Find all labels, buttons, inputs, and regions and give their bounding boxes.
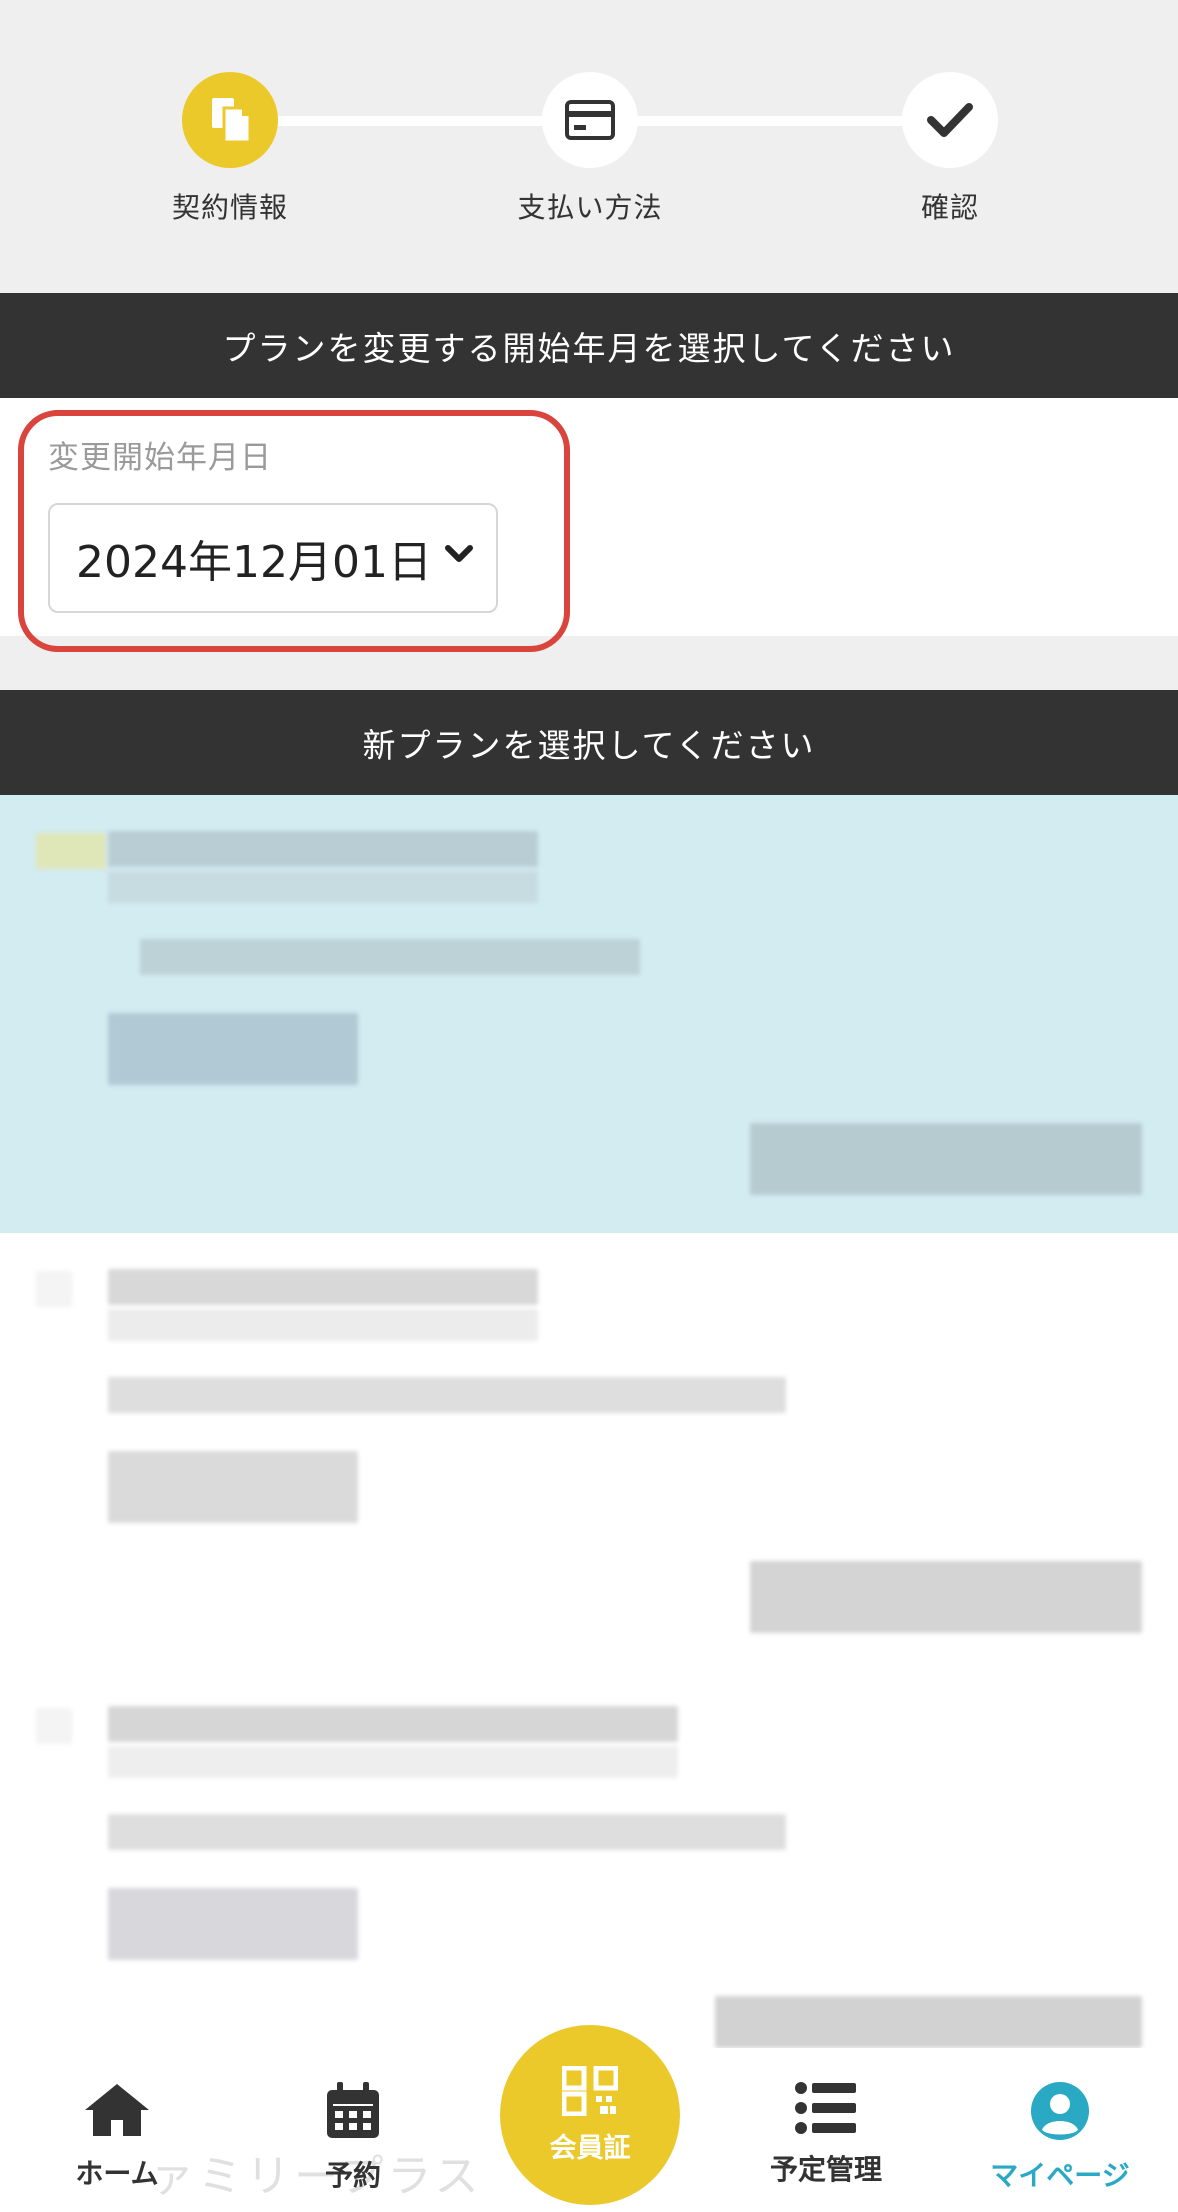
- plan-radio[interactable]: [36, 1708, 72, 1744]
- plan-name-obscured: [108, 831, 538, 867]
- nav-label: 予定管理: [769, 2153, 882, 2186]
- nav-reservation[interactable]: 予約: [253, 2080, 453, 2194]
- nav-member-card[interactable]: 会員証: [500, 2025, 680, 2205]
- start-date-label: 変更開始年月日: [48, 440, 272, 476]
- start-date-select[interactable]: 2024年12月01日: [48, 503, 498, 613]
- plan-detail-obscured: [108, 1451, 358, 1523]
- plan-option[interactable]: [0, 1670, 1178, 2048]
- plan-price-obscured: [750, 1123, 1142, 1195]
- step-confirm: 確認: [830, 72, 1070, 226]
- calendar-icon: [327, 2082, 379, 2138]
- plan-radio[interactable]: [36, 833, 106, 869]
- plan-line-obscured: [108, 1309, 538, 1341]
- step-label: 確認: [920, 191, 979, 224]
- user-circle-icon: [1031, 2082, 1089, 2140]
- plan-detail-obscured: [108, 1888, 358, 1960]
- plan-desc-obscured: [140, 939, 640, 975]
- plan-price-obscured: [750, 1561, 1142, 1633]
- nav-label: 会員証: [549, 2132, 631, 2164]
- plan-option[interactable]: [0, 1233, 1178, 1670]
- plan-line-obscured: [108, 871, 538, 903]
- nav-label: マイページ: [990, 2159, 1130, 2192]
- plan-name-obscured: [108, 1706, 678, 1742]
- plan-line-obscured: [108, 1746, 678, 1778]
- checkmark-icon: [902, 72, 998, 168]
- start-date-value: 2024年12月01日: [76, 537, 432, 588]
- chevron-down-icon: [445, 545, 473, 562]
- step-payment-method: 支払い方法: [470, 72, 710, 226]
- home-icon: [85, 2084, 149, 2136]
- plan-desc-obscured: [108, 1377, 786, 1413]
- qr-code-icon: [562, 2065, 618, 2116]
- plan-desc-obscured: [108, 1814, 786, 1850]
- plan-radio[interactable]: [36, 1271, 72, 1307]
- step-label: 契約情報: [171, 191, 288, 224]
- plan-name-obscured: [108, 1269, 538, 1305]
- start-date-section-header: プランを変更する開始年月を選択してください: [0, 293, 1178, 398]
- document-copy-icon: [182, 72, 278, 168]
- nav-label: 予約: [324, 2159, 381, 2192]
- nav-schedule[interactable]: 予定管理: [726, 2080, 926, 2188]
- plan-option-selected[interactable]: [0, 795, 1178, 1233]
- plan-section-header: 新プランを選択してください: [0, 690, 1178, 795]
- nav-label: ホーム: [75, 2157, 159, 2190]
- step-contract-info: 契約情報: [110, 72, 350, 226]
- plan-detail-obscured: [108, 1013, 358, 1085]
- credit-card-icon: [542, 72, 638, 168]
- list-icon: [795, 2082, 856, 2134]
- nav-home[interactable]: ホーム: [17, 2080, 217, 2192]
- progress-stepper: 契約情報 支払い方法 確認: [0, 0, 1178, 293]
- step-label: 支払い方法: [517, 191, 663, 224]
- plan-price-obscured: [715, 1996, 1142, 2048]
- nav-mypage[interactable]: マイページ: [960, 2080, 1160, 2194]
